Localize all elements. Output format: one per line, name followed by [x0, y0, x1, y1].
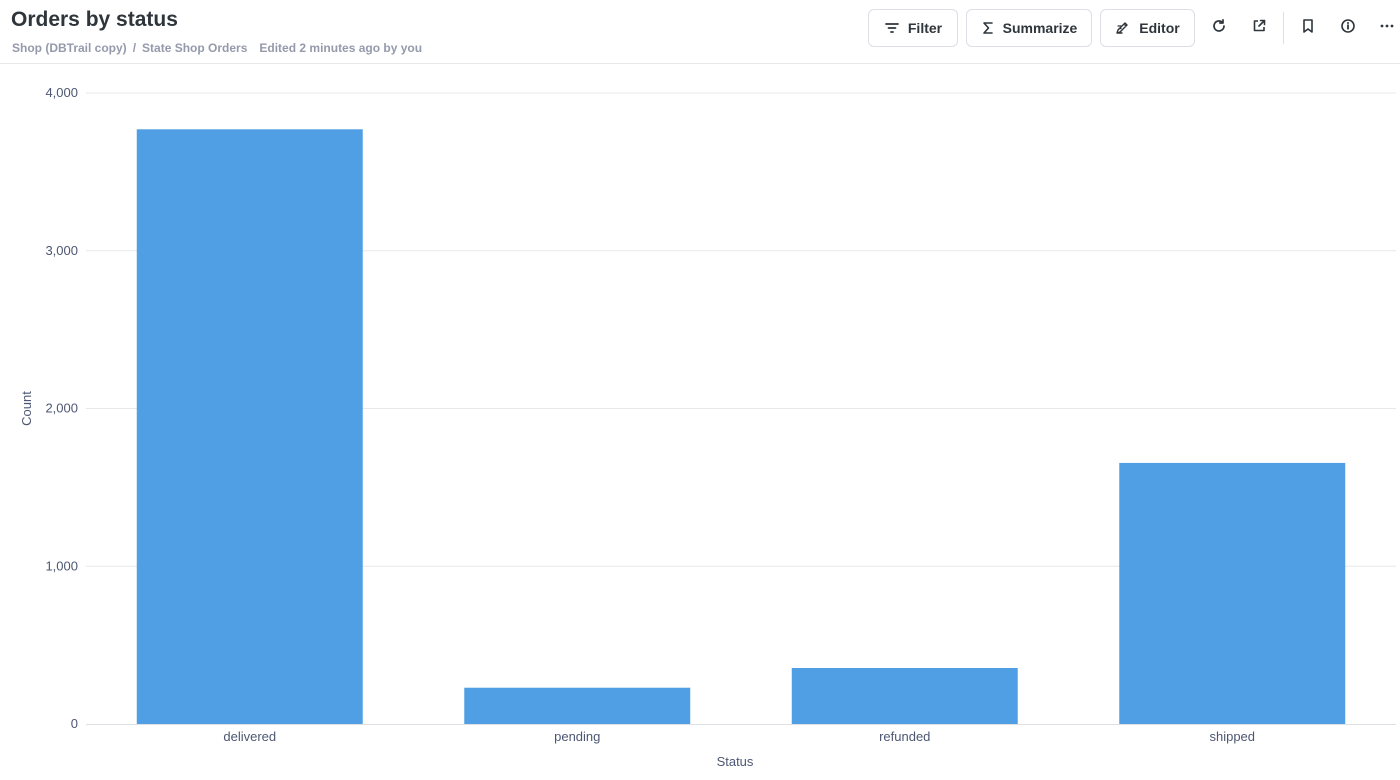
x-tick-label: delivered — [223, 729, 276, 744]
bar-chart-svg: 0 1,000 2,000 3,000 4,000 delivered pending re… — [19, 85, 1396, 769]
bar-chart: 0 1,000 2,000 3,000 4,000 delivered pending re… — [0, 65, 1400, 780]
x-axis-ticks: delivered pending refunded shipped — [223, 729, 1255, 744]
y-tick-label: 2,000 — [45, 401, 78, 416]
y-axis-label: Count — [19, 391, 34, 426]
y-tick-label: 4,000 — [45, 85, 78, 100]
x-axis-label: Status — [717, 754, 754, 769]
bookmark-icon — [1300, 18, 1316, 39]
sigma-icon — [981, 21, 995, 35]
summarize-button-label: Summarize — [1002, 20, 1078, 36]
y-axis-ticks: 0 1,000 2,000 3,000 4,000 — [45, 85, 78, 731]
x-tick-label: refunded — [879, 729, 930, 744]
filter-button[interactable]: Filter — [868, 9, 958, 47]
bookmark-button[interactable] — [1296, 16, 1320, 40]
filter-button-label: Filter — [907, 20, 943, 36]
x-tick-label: pending — [554, 729, 600, 744]
y-tick-label: 1,000 — [45, 558, 78, 573]
bar-delivered[interactable] — [136, 129, 363, 725]
breadcrumb: Shop (DBTrail copy) / State Shop Orders Edi… — [12, 41, 422, 55]
refresh-icon — [1211, 18, 1227, 39]
more-button[interactable] — [1375, 16, 1399, 40]
summarize-button[interactable]: Summarize — [966, 9, 1092, 47]
refresh-button[interactable] — [1207, 16, 1231, 40]
breadcrumb-database[interactable]: Shop (DBTrail copy) — [12, 41, 127, 55]
info-icon — [1340, 18, 1356, 39]
bar-shipped[interactable] — [1119, 462, 1346, 724]
bar-refunded[interactable] — [791, 667, 1018, 724]
notebook-icon — [1115, 20, 1131, 36]
more-icon — [1379, 18, 1395, 39]
y-tick-label: 3,000 — [45, 243, 78, 258]
toolbar-divider — [1283, 12, 1284, 44]
bar-pending[interactable] — [464, 687, 691, 724]
share-icon — [1251, 18, 1267, 39]
bars — [136, 129, 1346, 725]
question-header: Orders by status Shop (DBTrail copy) / Sta… — [0, 0, 1400, 64]
editor-button[interactable]: Editor — [1100, 9, 1195, 47]
page-title: Orders by status — [11, 8, 178, 31]
filter-icon — [884, 20, 900, 36]
share-button[interactable] — [1247, 16, 1271, 40]
breadcrumb-separator: / — [132, 41, 137, 55]
breadcrumb-table[interactable]: State Shop Orders — [142, 41, 247, 55]
editor-button-label: Editor — [1139, 20, 1180, 36]
x-tick-label: shipped — [1209, 729, 1255, 744]
info-button[interactable] — [1336, 16, 1360, 40]
y-tick-label: 0 — [71, 716, 78, 731]
last-edited-info[interactable]: Edited 2 minutes ago by you — [259, 41, 422, 55]
